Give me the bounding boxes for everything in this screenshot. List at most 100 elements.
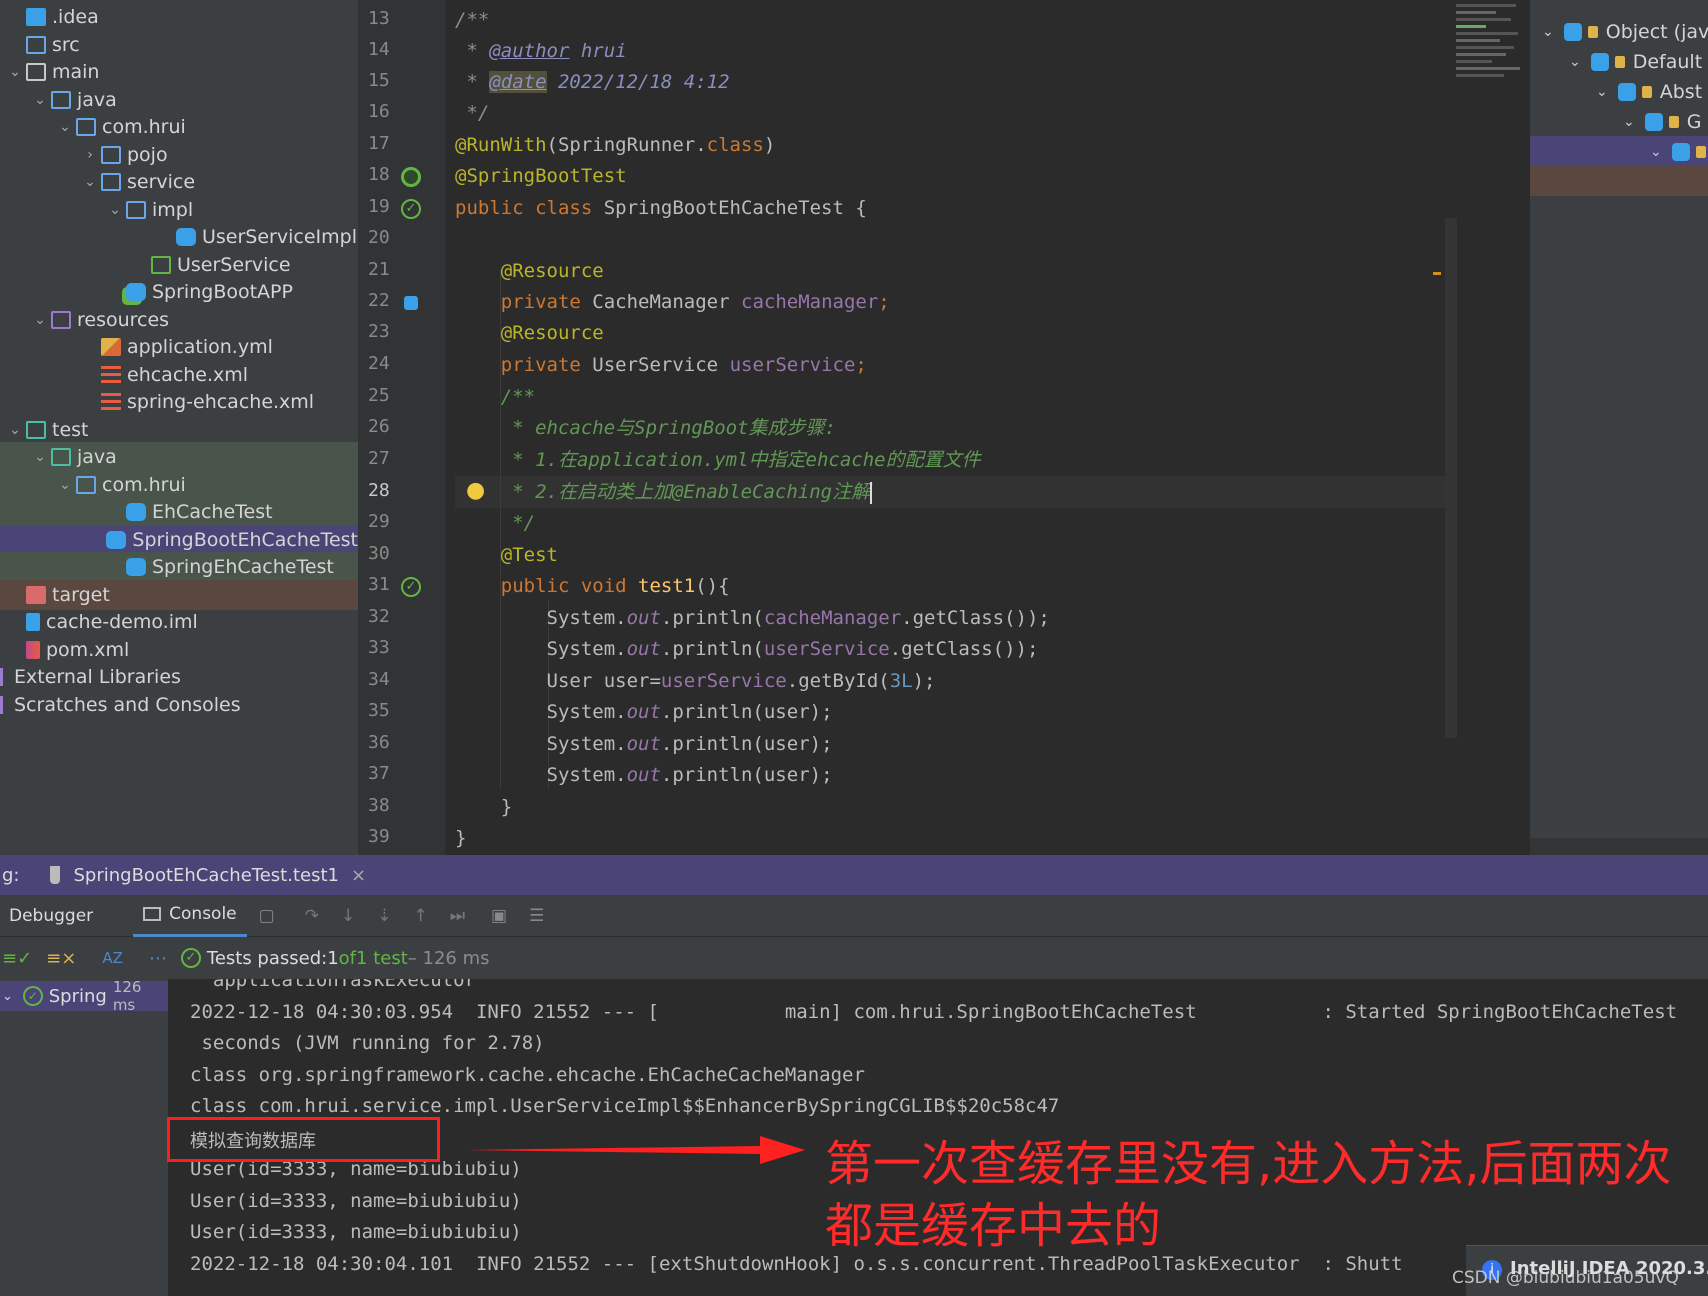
project-tree-item[interactable]: ⌄ resources	[0, 305, 358, 335]
show-ignored-icon[interactable]: ≡×	[46, 948, 76, 969]
project-tree-item[interactable]: ⌄ java	[0, 85, 358, 115]
lightbulb-icon[interactable]: ●	[466, 478, 485, 503]
code-line-16: */	[455, 102, 490, 124]
project-tree-item[interactable]: src	[0, 30, 358, 60]
structure-item[interactable]: ⌄	[1530, 137, 1708, 167]
code-line-13: /**	[455, 9, 490, 31]
code-editor[interactable]: /** * @author hrui * @date 2022/12/18 4:…	[445, 0, 1530, 855]
class-icon	[106, 530, 127, 549]
run-test-icon[interactable]	[401, 167, 421, 187]
step-out-icon[interactable]: ↑	[413, 906, 427, 926]
project-tree-label: UserServiceImpl	[202, 226, 357, 248]
code-token: .println(user);	[660, 764, 833, 786]
project-tree-item[interactable]: ⌄ com.hrui	[0, 112, 358, 142]
chevron-down-icon[interactable]: ⌄	[1596, 84, 1608, 100]
annotation-text-line2: 都是缓存中去的	[825, 1198, 1162, 1254]
spring-bean-icon[interactable]	[404, 296, 418, 310]
project-tree-item[interactable]: cache-demo.iml	[0, 607, 358, 637]
project-tool-window: .idea src ⌄ main ⌄ java ⌄ com.hrui › pojo ⌄ service…	[0, 0, 358, 855]
structure-item[interactable]: ⌄ Default	[1530, 47, 1708, 77]
chevron-down-icon[interactable]: ⌄	[29, 92, 51, 108]
project-tree-item[interactable]: SpringBootEhCacheTest	[0, 524, 358, 555]
chevron-down-icon[interactable]: ⌄	[1569, 54, 1581, 70]
chevron-down-icon[interactable]: ⌄	[104, 202, 126, 218]
project-tree-item[interactable]: ehcache.xml	[0, 360, 358, 390]
project-tree-item[interactable]: application.yml	[0, 332, 358, 362]
chevron-down-icon[interactable]: ⌄	[54, 119, 76, 135]
chevron-down-icon[interactable]: ⌄	[1542, 24, 1554, 40]
console-tab[interactable]: Console	[133, 895, 247, 937]
tests-duration: – 126 ms	[407, 947, 490, 969]
show-passed-icon[interactable]: ≡✓	[2, 948, 32, 969]
code-token: .getClass());	[901, 607, 1050, 629]
warning-marker[interactable]	[1433, 272, 1441, 275]
minimap[interactable]	[1452, 0, 1528, 150]
project-tree-item[interactable]: ⌄ java	[0, 442, 358, 472]
chevron-down-icon[interactable]: ⌄	[4, 64, 26, 80]
chevron-right-icon[interactable]: ›	[79, 147, 101, 163]
project-tree-label: service	[127, 171, 196, 193]
chevron-down-icon[interactable]: ⌄	[54, 477, 76, 493]
test-passed-icon[interactable]: ✓	[401, 199, 421, 219]
project-tree-item[interactable]: › pojo	[0, 140, 358, 170]
step-into-icon[interactable]: ↓	[341, 906, 355, 926]
evaluate-icon[interactable]: ▣	[491, 906, 507, 926]
restore-layout-icon[interactable]: ▢	[259, 906, 275, 926]
class-icon	[126, 503, 146, 521]
yaml-icon	[101, 338, 121, 356]
debugger-tab[interactable]: Debugger	[9, 906, 93, 926]
run-config-tab[interactable]: SpringBootEhCacheTest.test1	[74, 865, 339, 886]
project-tree-item[interactable]: ⌄ impl	[0, 195, 358, 225]
lock-icon	[1614, 56, 1625, 68]
project-tree-item[interactable]: EhCacheTest	[0, 497, 358, 527]
project-tree-label: SpringEhCacheTest	[152, 556, 334, 578]
step-over-icon[interactable]: ↷	[305, 906, 319, 926]
console-line: User(id=3333, name=biubiubiu)	[190, 1189, 522, 1212]
more-options-icon[interactable]: ⋯	[149, 948, 167, 969]
project-tree-item[interactable]: SpringBootAPP	[0, 277, 358, 307]
chevron-down-icon[interactable]: ⌄	[4, 422, 26, 438]
console-line: class org.springframework.cache.ehcache.…	[190, 1063, 865, 1086]
chevron-down-icon[interactable]: ⌄	[29, 449, 51, 465]
project-tree-item[interactable]: spring-ehcache.xml	[0, 387, 358, 417]
close-tab-icon[interactable]: ×	[351, 865, 366, 886]
project-tree-item[interactable]: External Libraries	[0, 662, 358, 692]
force-step-into-icon[interactable]: ⇣	[377, 906, 391, 926]
project-tree-item[interactable]: ⌄ test	[0, 415, 358, 445]
iml-icon	[26, 613, 40, 631]
passed-check-icon: ✓	[22, 986, 43, 1006]
sort-alpha-icon[interactable]: AZ	[102, 949, 123, 967]
tests-passed-label: Tests passed:	[206, 947, 328, 969]
project-tree-item[interactable]: pom.xml	[0, 635, 358, 665]
code-line-25: /**	[455, 386, 536, 408]
project-tree-item[interactable]: target	[0, 579, 358, 610]
structure-item[interactable]: ⌄ G	[1530, 107, 1708, 137]
console-tab-label: Console	[169, 904, 237, 924]
chevron-down-icon[interactable]: ⌄	[1623, 114, 1635, 130]
code-token: );	[912, 670, 936, 692]
project-tree-label: cache-demo.iml	[46, 611, 198, 633]
project-tree-item[interactable]: UserServiceImpl	[0, 222, 358, 252]
run-to-cursor-icon[interactable]: ⏭	[450, 906, 465, 926]
trace-icon[interactable]: ☰	[529, 906, 544, 926]
test-result-time: 126 ms	[112, 978, 142, 1014]
chevron-down-icon[interactable]: ⌄	[1650, 144, 1662, 160]
code-token: test1	[638, 575, 696, 597]
project-tree-item[interactable]: .idea	[0, 2, 358, 32]
code-token: CacheManager	[592, 291, 741, 313]
structure-item[interactable]: ⌄ Object (jav	[1530, 17, 1708, 47]
project-tree-item[interactable]: ⌄ main	[0, 57, 358, 87]
project-tree-item[interactable]: Scratches and Consoles	[0, 690, 358, 720]
code-token: .getById(	[786, 670, 890, 692]
project-tree-item[interactable]: SpringEhCacheTest	[0, 552, 358, 582]
scrollbar-track[interactable]	[1445, 218, 1457, 738]
chevron-down-icon[interactable]: ⌄	[29, 312, 51, 328]
structure-item[interactable]: ⌄ Abst	[1530, 77, 1708, 107]
project-tree-item[interactable]: ⌄ com.hrui	[0, 469, 358, 500]
project-tree-item[interactable]: UserService	[0, 250, 358, 280]
project-tree-item[interactable]: ⌄ service	[0, 167, 358, 197]
test-result-row[interactable]: ⌄ ✓ Spring 126 ms	[0, 978, 168, 1014]
chevron-down-icon[interactable]: ⌄	[79, 174, 101, 190]
line-number: 29	[368, 511, 390, 532]
test-passed-icon[interactable]: ✓	[401, 577, 421, 597]
